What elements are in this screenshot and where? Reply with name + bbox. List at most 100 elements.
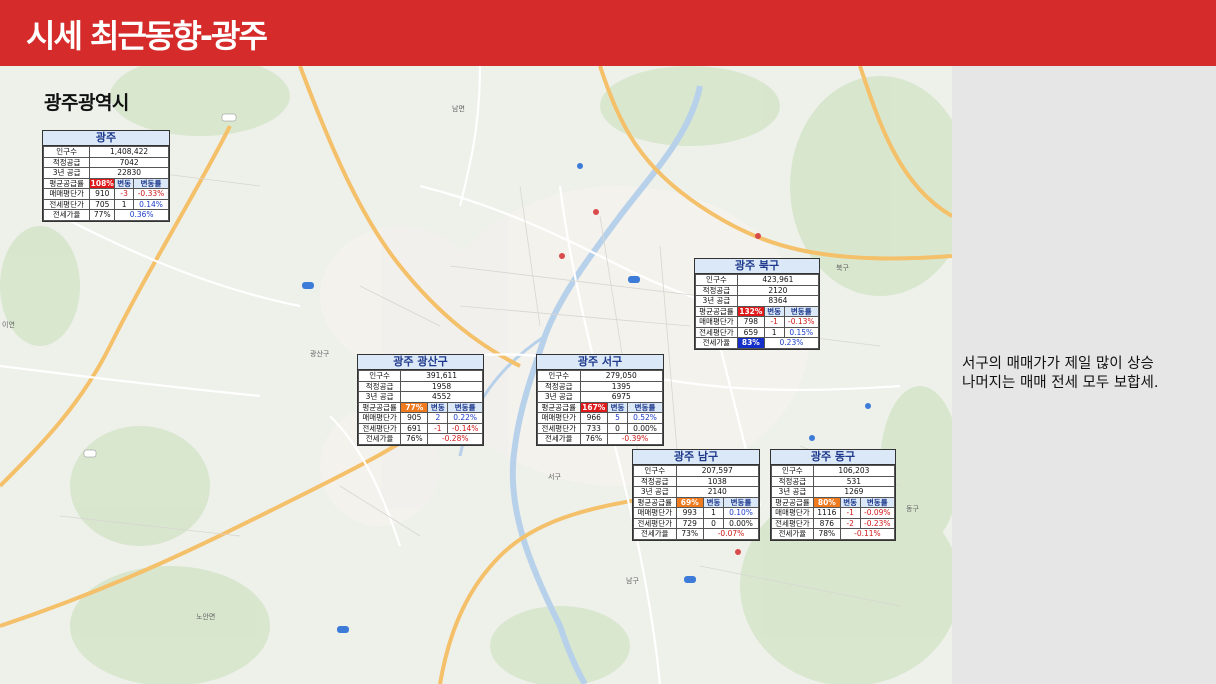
poi-marker xyxy=(735,549,741,555)
sale-change: 2 xyxy=(427,412,449,424)
region-title: 광주광역시 xyxy=(44,92,129,114)
jeonse-price-label: 전세평단가 xyxy=(771,517,814,529)
jeonse-change-pct: -0.23% xyxy=(859,517,896,529)
avg-rate-label: 평균공급률 xyxy=(537,401,581,413)
sale-price-value: 1116 xyxy=(812,507,841,519)
jeonse-change-pct: -0.14% xyxy=(447,422,483,434)
avg-rate-value: 167% xyxy=(579,401,608,413)
poi-marker xyxy=(593,209,599,215)
change-pct-header: 변동률 xyxy=(783,305,820,317)
supply-value: 7042 xyxy=(89,156,169,168)
jeonse-change-pct: 0.00% xyxy=(627,422,663,434)
jeonse-ratio-value: 76% xyxy=(579,433,608,445)
supply3-label: 3년 공급 xyxy=(695,295,738,307)
change-pct-header: 변동률 xyxy=(723,496,759,508)
page-title: 시세 최근동향-광주 xyxy=(26,17,268,55)
table-title: 광주 xyxy=(43,131,169,146)
jeonse-price-label: 전세평단가 xyxy=(537,422,581,434)
jeonse-price-label: 전세평단가 xyxy=(695,326,738,338)
jeonse-change: 0 xyxy=(703,517,724,529)
supply3-value: 1269 xyxy=(812,486,896,498)
sale-change-pct: 0.22% xyxy=(447,412,483,424)
jeonse-ratio-label: 전세가율 xyxy=(633,528,677,540)
jeonse-change: 1 xyxy=(114,198,134,210)
table-title: 광주 서구 xyxy=(537,355,663,370)
commentary-panel: 서구의 매매가가 제일 많이 상승 나머지는 매매 전세 모두 보합세. xyxy=(952,66,1216,684)
sale-price-label: 매매평단가 xyxy=(633,507,677,519)
avg-rate-value: 132% xyxy=(736,305,765,317)
population-label: 인구수 xyxy=(357,370,402,382)
jeonse-price-value: 705 xyxy=(89,198,116,210)
population-label: 인구수 xyxy=(771,465,814,477)
sale-price-label: 매매평단가 xyxy=(771,507,814,519)
supply-value: 531 xyxy=(812,475,896,487)
sale-change: -1 xyxy=(839,507,861,519)
supply-label: 적정공급 xyxy=(695,284,738,296)
supply3-value: 4552 xyxy=(400,391,483,403)
population-value: 279,050 xyxy=(579,370,663,382)
jeonse-change: -1 xyxy=(427,422,449,434)
sale-price-value: 993 xyxy=(675,507,704,519)
avg-rate-label: 평균공급률 xyxy=(771,496,814,508)
table-seo: 광주 서구 인구수 279,050 적정공급 1395 3년 공급 6975 평균공급… xyxy=(536,354,664,446)
supply3-label: 3년 공급 xyxy=(633,486,677,498)
sale-change: -1 xyxy=(763,316,785,328)
jeonse-price-label: 전세평단가 xyxy=(357,422,402,434)
jeonse-change-pct: 0.14% xyxy=(133,198,169,210)
jeonse-ratio-value: 78% xyxy=(812,528,841,540)
jeonse-ratio-label: 전세가율 xyxy=(42,209,91,221)
population-label: 인구수 xyxy=(537,370,581,382)
avg-rate-label: 평균공급률 xyxy=(42,177,91,189)
jeonse-ratio-label: 전세가율 xyxy=(357,433,402,445)
population-value: 423,961 xyxy=(736,274,820,286)
jeonse-change: -2 xyxy=(839,517,861,529)
jeonse-ratio-value: 77% xyxy=(89,209,116,221)
change-pct-header: 변동률 xyxy=(447,401,483,413)
change-header: 변동 xyxy=(703,496,724,508)
jeonse-price-value: 659 xyxy=(736,326,765,338)
supply-label: 적정공급 xyxy=(42,156,91,168)
sale-change-pct: -0.33% xyxy=(133,188,169,200)
sale-change: 1 xyxy=(703,507,724,519)
jeonse-change-pct: 0.15% xyxy=(783,326,820,338)
table-title: 광주 남구 xyxy=(633,450,759,465)
population-value: 106,203 xyxy=(812,465,896,477)
population-label: 인구수 xyxy=(633,465,677,477)
supply3-value: 8364 xyxy=(736,295,820,307)
jeonse-ratio-label: 전세가율 xyxy=(771,528,814,540)
map-area[interactable]: 남면 광산구 서구 남구 동구 북구 노안면 이연 광주 인구수 1,408,42… xyxy=(0,66,952,684)
sale-price-label: 매매평단가 xyxy=(357,412,402,424)
sale-price-label: 매매평단가 xyxy=(695,316,738,328)
supply-value: 1958 xyxy=(400,380,483,392)
poi-marker xyxy=(559,253,565,259)
table-dong: 광주 동구 인구수 106,203 적정공급 531 3년 공급 1269 평균공급률… xyxy=(770,449,896,541)
sale-price-value: 798 xyxy=(736,316,765,328)
jeonse-ratio-value: 83% xyxy=(736,337,765,349)
avg-rate-value: 69% xyxy=(675,496,704,508)
commentary-line-1: 서구의 매매가가 제일 많이 상승 xyxy=(962,356,1154,372)
sale-change-pct: 0.52% xyxy=(627,412,663,424)
sale-price-label: 매매평단가 xyxy=(42,188,91,200)
supply3-label: 3년 공급 xyxy=(537,391,581,403)
jeonse-ratio-label: 전세가율 xyxy=(695,337,738,349)
change-header: 변동 xyxy=(114,177,134,189)
supply3-label: 3년 공급 xyxy=(42,167,91,179)
supply-value: 1038 xyxy=(675,475,759,487)
avg-rate-label: 평균공급률 xyxy=(633,496,677,508)
supply3-label: 3년 공급 xyxy=(357,391,402,403)
population-value: 207,597 xyxy=(675,465,759,477)
supply3-value: 22830 xyxy=(89,167,169,179)
jeonse-price-label: 전세평단가 xyxy=(633,517,677,529)
jeonse-change-pct: 0.00% xyxy=(723,517,759,529)
avg-rate-value: 77% xyxy=(400,401,429,413)
commentary-line-2: 나머지는 매매 전세 모두 보합세. xyxy=(962,375,1159,391)
commentary-text: 서구의 매매가가 제일 많이 상승 나머지는 매매 전세 모두 보합세. xyxy=(962,355,1212,393)
change-pct-header: 변동률 xyxy=(627,401,663,413)
change-pct-header: 변동률 xyxy=(133,177,169,189)
jeonse-ratio-change: -0.28% xyxy=(427,433,483,445)
avg-rate-value: 80% xyxy=(812,496,841,508)
supply-label: 적정공급 xyxy=(633,475,677,487)
supply-value: 1395 xyxy=(579,380,663,392)
route-shield xyxy=(302,282,314,289)
header-bar: 시세 최근동향-광주 xyxy=(0,0,1216,66)
